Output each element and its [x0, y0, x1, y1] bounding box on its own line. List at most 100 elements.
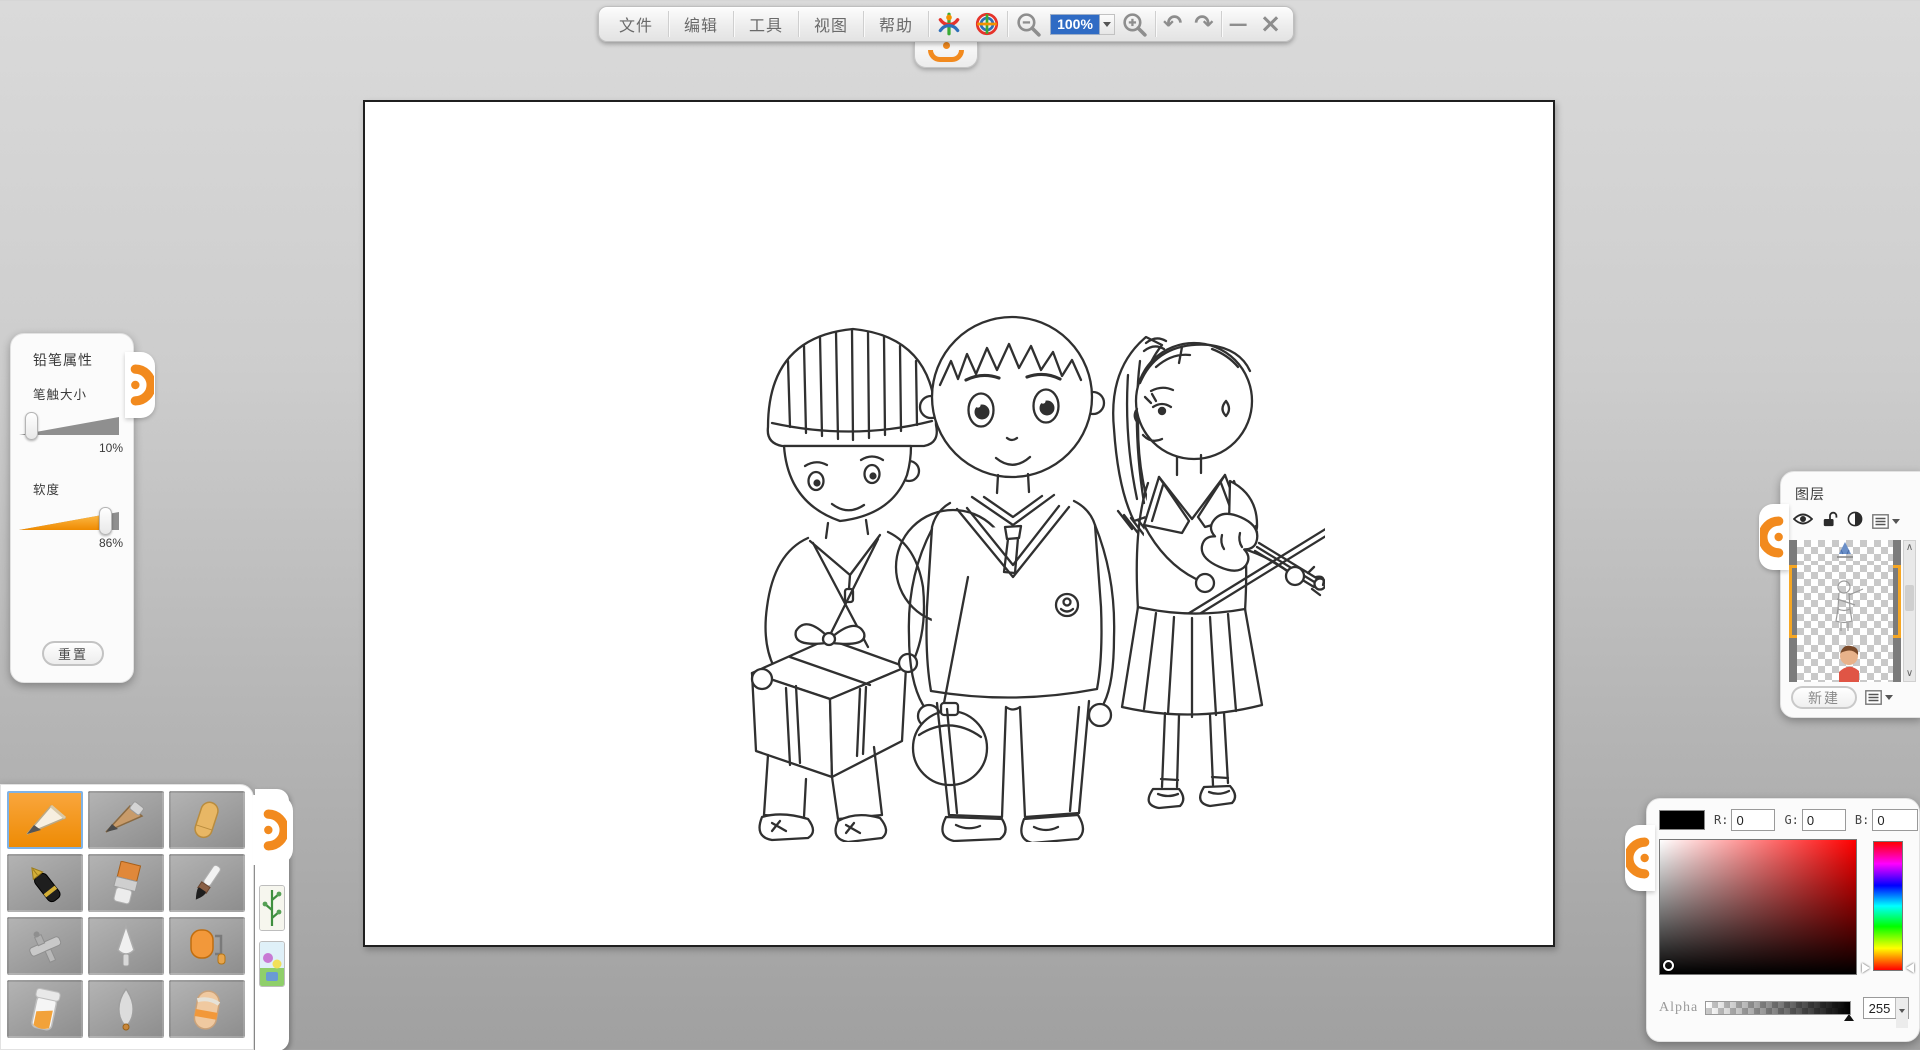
layer-thumbnail	[1797, 540, 1893, 565]
tool-eraser[interactable]	[169, 980, 245, 1038]
tool-crayon[interactable]	[169, 791, 245, 849]
zoom-level-field[interactable]: 100%	[1050, 14, 1100, 35]
tool-flat-brush[interactable]	[88, 854, 164, 912]
alpha-slider[interactable]	[1705, 1001, 1851, 1015]
softness-slider[interactable]	[19, 502, 123, 536]
brush-size-label: 笔触大小	[11, 370, 133, 403]
zoom-out-button[interactable]	[1009, 7, 1048, 41]
layer-list	[1789, 540, 1901, 682]
flat-brush-icon	[98, 861, 154, 905]
panel-title: 图层	[1781, 472, 1920, 504]
colored-pencil-icon	[98, 798, 154, 842]
panel-handle[interactable]	[1759, 504, 1789, 570]
airbrush-icon	[17, 924, 73, 968]
tool-oil-pastel[interactable]	[88, 980, 164, 1038]
softness-value: 86%	[11, 536, 123, 550]
toolbar-separator	[798, 11, 799, 37]
brush-size-slider[interactable]	[19, 407, 123, 441]
layer-menu-icon[interactable]	[1872, 514, 1900, 529]
menu-tools[interactable]: 工具	[735, 7, 797, 41]
menu-view[interactable]: 视图	[800, 7, 862, 41]
bamboo-icon	[260, 886, 284, 930]
tool-ink-brush[interactable]	[169, 854, 245, 912]
tool-paint-roller[interactable]	[169, 917, 245, 975]
visibility-eye-icon[interactable]	[1793, 512, 1813, 531]
oil-pastel-icon	[98, 987, 154, 1031]
tool-paint-jar[interactable]	[7, 980, 83, 1038]
hue-marker-left[interactable]	[1862, 963, 1870, 973]
layer-scrollbar[interactable]: ∧ ∨	[1903, 540, 1916, 682]
paint-jar-icon	[17, 987, 73, 1031]
tool-airbrush[interactable]	[7, 917, 83, 975]
layers-panel: 图层	[1780, 471, 1920, 718]
undo-button[interactable]: ↶	[1157, 7, 1188, 41]
green-input[interactable]	[1802, 809, 1846, 831]
panel-handle[interactable]	[253, 795, 293, 865]
toolbar-separator	[1155, 11, 1156, 37]
color-cursor[interactable]	[1663, 960, 1674, 971]
palette-side-tab	[255, 789, 289, 1050]
slider-thumb[interactable]	[25, 412, 38, 440]
panel-title: 铅笔属性	[11, 334, 133, 370]
tool-pencil[interactable]	[7, 791, 83, 849]
alpha-decrement-button[interactable]	[1896, 1013, 1908, 1028]
slider-thumb[interactable]	[99, 507, 112, 535]
menu-help[interactable]: 帮助	[865, 7, 927, 41]
layer-item-selected[interactable]	[1789, 565, 1901, 638]
minimize-button[interactable]: —	[1223, 7, 1254, 41]
picture-stamp-button[interactable]	[259, 941, 285, 987]
hue-marker-right[interactable]	[1906, 963, 1914, 973]
blue-label: B:	[1855, 813, 1869, 827]
toolbar-separator	[668, 11, 669, 37]
blend-half-circle-icon[interactable]	[1847, 511, 1863, 532]
blue-input[interactable]	[1872, 809, 1918, 831]
bamboo-stamp-button[interactable]	[259, 885, 285, 931]
layer-options-menu[interactable]	[1865, 690, 1893, 705]
crayon-icon	[179, 798, 235, 842]
layer-item-top[interactable]	[1789, 540, 1901, 565]
tool-fountain-pen[interactable]	[7, 854, 83, 912]
softness-label: 软度	[11, 455, 133, 498]
paint-roller-icon	[179, 924, 235, 968]
unlock-icon[interactable]	[1822, 510, 1838, 533]
panel-handle[interactable]	[1625, 825, 1655, 891]
orange-ear-icon	[126, 362, 154, 408]
scrollbar-thumb[interactable]	[1905, 585, 1914, 611]
menu-file[interactable]: 文件	[605, 7, 667, 41]
rainbow-ring-eye-icon	[968, 7, 1006, 41]
current-color-swatch	[1659, 810, 1705, 830]
orange-ear-icon	[1760, 514, 1788, 560]
close-button[interactable]: ×	[1254, 7, 1288, 41]
scroll-up-icon[interactable]: ∧	[1906, 541, 1913, 555]
alpha-thumb[interactable]	[1844, 1014, 1854, 1021]
saturation-value-field[interactable]	[1659, 839, 1857, 975]
girl-with-violin	[1113, 337, 1325, 808]
toolbar-separator	[1221, 11, 1222, 37]
layer-thumbnail	[1797, 638, 1893, 682]
menu-edit[interactable]: 编辑	[670, 7, 732, 41]
tool-palette-knife[interactable]	[88, 917, 164, 975]
fountain-pen-icon	[17, 861, 73, 905]
scroll-down-icon[interactable]: ∨	[1906, 667, 1913, 681]
toolbar: 文件 编辑 工具 视图 帮助 100% ↶ ↷ — ×	[598, 6, 1294, 42]
hue-bar[interactable]	[1873, 841, 1903, 971]
zoom-in-button[interactable]	[1115, 7, 1154, 41]
layer-item-bottom[interactable]	[1789, 638, 1901, 682]
toolbar-separator	[928, 11, 929, 37]
pencil-icon	[17, 798, 73, 842]
zoom-level-dropdown[interactable]	[1100, 14, 1115, 35]
red-input[interactable]	[1731, 809, 1775, 831]
app-window: { "toolbar": { "menus": ["文件", "编辑", "工具…	[0, 0, 1920, 1050]
chevron-down-icon	[1892, 519, 1900, 524]
mascot-face-tab	[914, 41, 978, 68]
tool-colored-pencil[interactable]	[88, 791, 164, 849]
orange-ear-icon	[1626, 835, 1654, 881]
reset-button[interactable]: 重置	[42, 641, 104, 666]
redo-button[interactable]: ↷	[1188, 7, 1219, 41]
green-label: G:	[1784, 813, 1798, 827]
drawing-canvas[interactable]	[363, 100, 1555, 947]
new-layer-button[interactable]: 新建	[1791, 686, 1857, 709]
canvas-drawing	[710, 277, 1325, 842]
panel-handle[interactable]	[125, 352, 155, 418]
alpha-value-input[interactable]	[1864, 1001, 1895, 1016]
